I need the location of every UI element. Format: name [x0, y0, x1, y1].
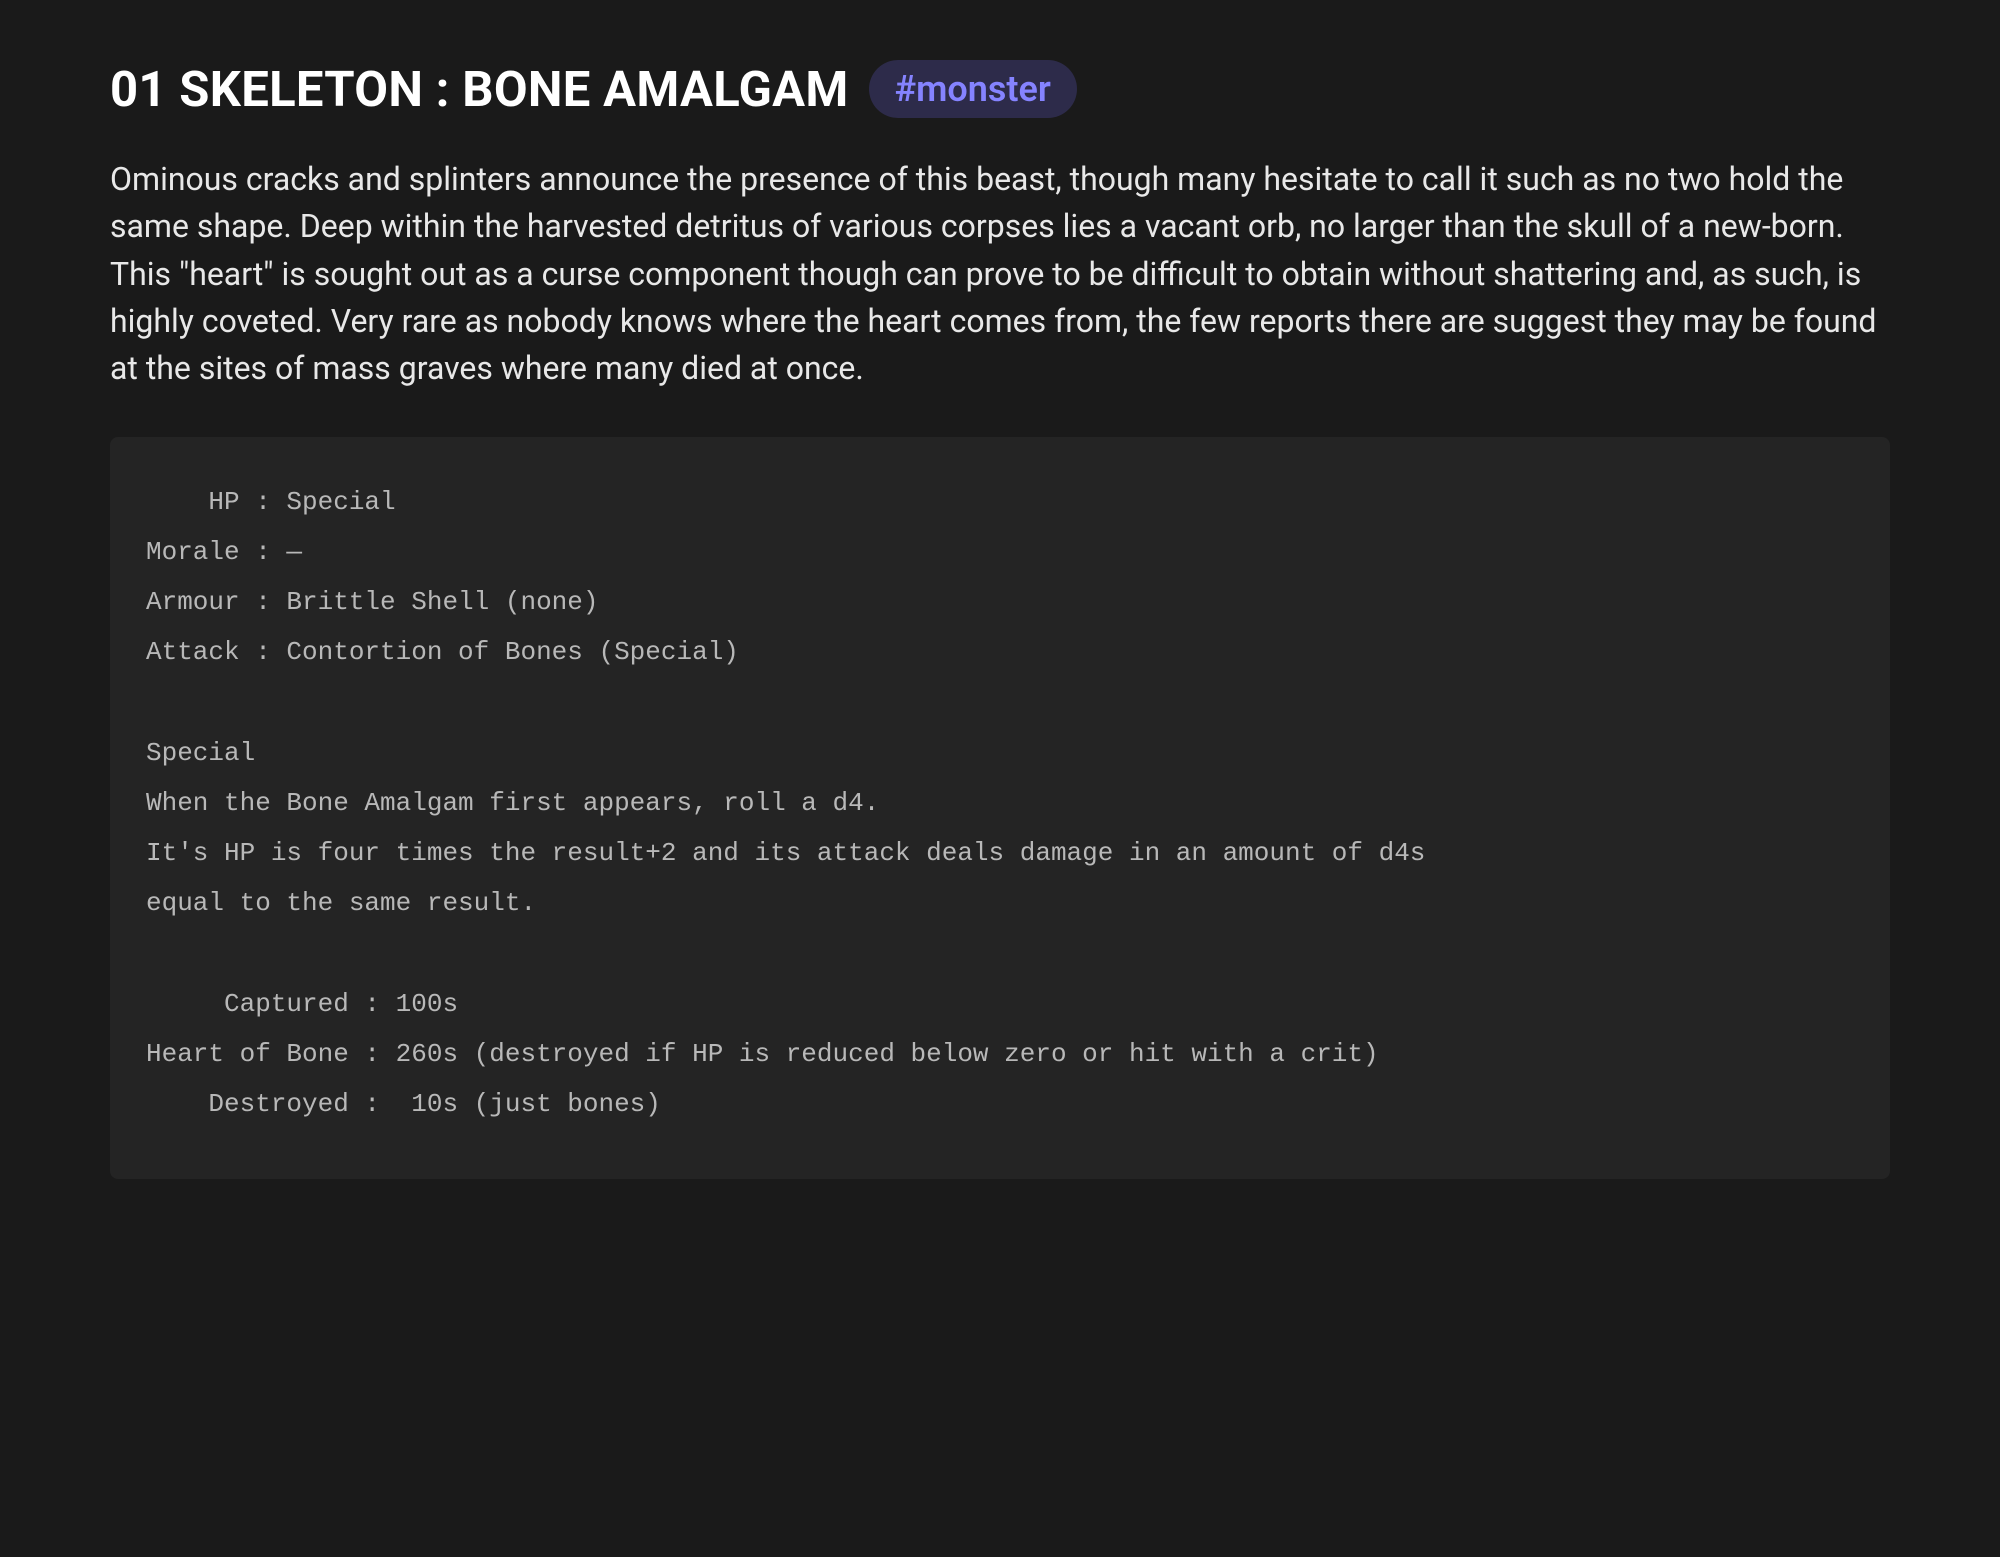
document-container: 01 SKELETON : BONE AMALGAM #monster Omin…: [110, 60, 1890, 1179]
page-title: 01 SKELETON : BONE AMALGAM: [110, 61, 849, 118]
title-row: 01 SKELETON : BONE AMALGAM #monster: [110, 60, 1890, 118]
monster-tag[interactable]: #monster: [869, 60, 1077, 118]
monster-description: Ominous cracks and splinters announce th…: [110, 156, 1890, 393]
stat-block: HP : Special Morale : — Armour : Brittle…: [110, 437, 1890, 1179]
